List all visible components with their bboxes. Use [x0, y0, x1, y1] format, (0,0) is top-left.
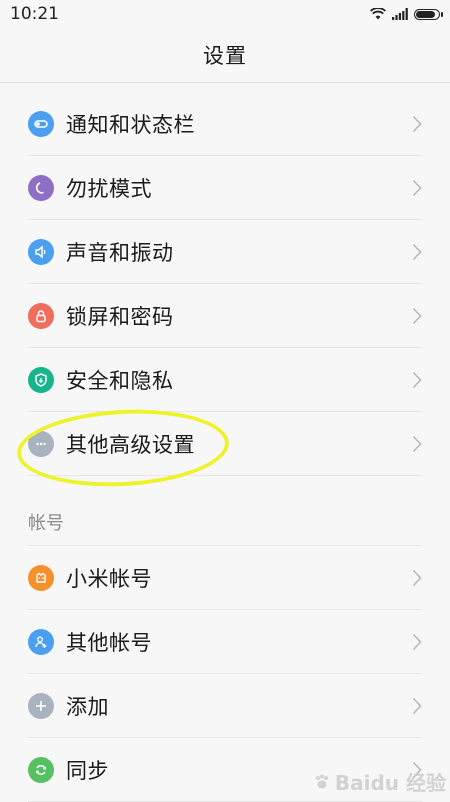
shield-icon: [28, 367, 54, 393]
status-bar: 10:21: [0, 0, 450, 28]
chevron-right-icon: [412, 115, 422, 133]
chevron-right-icon: [412, 179, 422, 197]
settings-item-label: 其他高级设置: [66, 433, 195, 457]
settings-item-dnd[interactable]: 勿扰模式: [0, 156, 450, 220]
watermark-logo: Baidu 经验: [313, 767, 446, 796]
user-add-icon: [28, 629, 54, 655]
lock-icon: [28, 303, 54, 329]
moon-icon: [28, 175, 54, 201]
account-item-mi[interactable]: 小米帐号: [0, 546, 450, 610]
account-item-label: 同步: [66, 759, 109, 783]
plus-icon: [28, 693, 54, 719]
toggle-icon: [28, 111, 54, 137]
settings-item-sound[interactable]: 声音和振动: [0, 220, 450, 284]
chevron-right-icon: [412, 697, 422, 715]
page-title: 设置: [203, 44, 247, 68]
battery-icon: [414, 8, 443, 20]
settings-item-label: 声音和振动: [66, 241, 174, 265]
chevron-right-icon: [412, 569, 422, 587]
account-item-label: 其他帐号: [66, 631, 152, 655]
sync-icon: [28, 757, 54, 783]
wifi-icon: [370, 8, 386, 20]
title-bar: 设置: [0, 28, 450, 83]
mi-icon: [28, 565, 54, 591]
speaker-icon: [28, 239, 54, 265]
settings-item-notifications[interactable]: 通知和状态栏: [0, 92, 450, 156]
settings-item-label: 锁屏和密码: [66, 305, 174, 329]
paw-icon: [315, 774, 328, 788]
section-header-accounts: 帐号: [0, 476, 450, 546]
status-time: 10:21: [10, 4, 59, 24]
settings-list: 通知和状态栏 勿扰模式 声音和振动 锁屏和密码 安全和隐私 其他高级设置 帐号 …: [0, 92, 450, 802]
battery-level: [416, 10, 435, 18]
account-item-label: 小米帐号: [66, 567, 152, 591]
signal-icon: [392, 8, 408, 20]
settings-item-label: 安全和隐私: [66, 369, 174, 393]
settings-item-advanced[interactable]: 其他高级设置: [0, 412, 450, 476]
chevron-right-icon: [412, 435, 422, 453]
account-item-label: 添加: [66, 695, 109, 719]
settings-item-label: 通知和状态栏: [66, 113, 195, 137]
more-icon: [28, 431, 54, 457]
chevron-right-icon: [412, 371, 422, 389]
chevron-right-icon: [412, 633, 422, 651]
watermark-text: Baidu 经验: [334, 771, 446, 795]
account-item-other[interactable]: 其他帐号: [0, 610, 450, 674]
chevron-right-icon: [412, 307, 422, 325]
settings-item-label: 勿扰模式: [66, 177, 152, 201]
settings-item-lockscreen[interactable]: 锁屏和密码: [0, 284, 450, 348]
status-icons: [370, 8, 443, 20]
chevron-right-icon: [412, 243, 422, 261]
settings-item-security[interactable]: 安全和隐私: [0, 348, 450, 412]
account-item-add[interactable]: 添加: [0, 674, 450, 738]
